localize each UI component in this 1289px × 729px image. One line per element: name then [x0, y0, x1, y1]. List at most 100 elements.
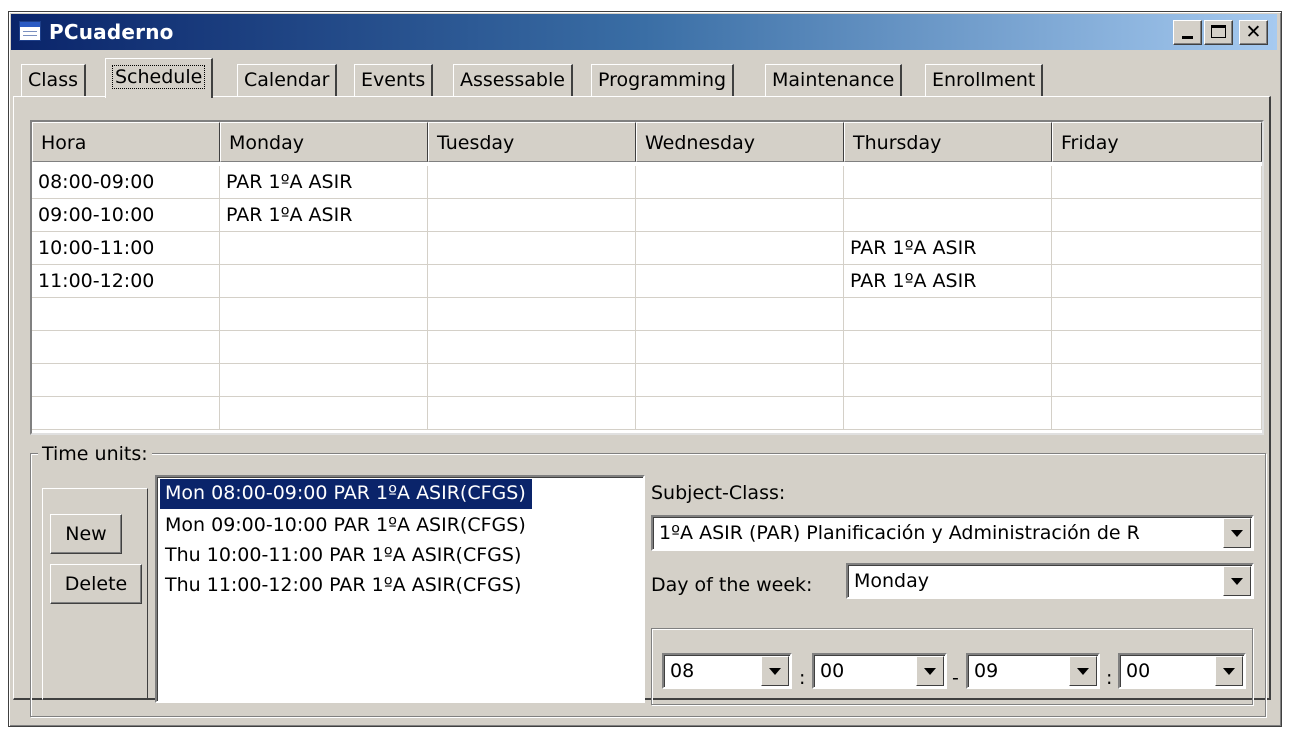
title-bar[interactable]: PCuaderno ✕	[11, 14, 1277, 50]
grid-cell[interactable]	[1052, 397, 1262, 430]
grid-cell[interactable]	[428, 397, 636, 430]
tab-class[interactable]: Class	[21, 64, 86, 96]
grid-cell[interactable]	[428, 364, 636, 397]
grid-cell[interactable]	[1052, 265, 1262, 298]
grid-cell[interactable]	[844, 364, 1052, 397]
grid-cell[interactable]	[220, 265, 428, 298]
tab-events[interactable]: Events	[354, 64, 434, 96]
end-minute-value: 00	[1126, 660, 1151, 682]
tab-label: Events	[361, 69, 426, 91]
grid-cell[interactable]	[1052, 232, 1262, 265]
grid-cell[interactable]	[636, 364, 844, 397]
grid-cell-hour[interactable]: 08:00-09:00	[32, 166, 220, 199]
grid-cell[interactable]	[844, 199, 1052, 232]
day-of-week-value: Monday	[854, 570, 930, 592]
maximize-button[interactable]	[1204, 20, 1233, 45]
grid-cell[interactable]	[428, 199, 636, 232]
start-hour-dropdown-button[interactable]	[761, 656, 789, 686]
grid-cell[interactable]	[1052, 199, 1262, 232]
tab-maintenance[interactable]: Maintenance	[765, 64, 903, 96]
grid-cell[interactable]: PAR 1ºA ASIR	[220, 199, 428, 232]
grid-cell[interactable]	[428, 232, 636, 265]
grid-cell[interactable]: PAR 1ºA ASIR	[844, 265, 1052, 298]
column-header-monday[interactable]: Monday	[220, 122, 428, 162]
grid-cell-hour[interactable]: 10:00-11:00	[32, 232, 220, 265]
minimize-icon	[1182, 36, 1193, 39]
grid-cell[interactable]	[428, 331, 636, 364]
tab-calendar[interactable]: Calendar	[237, 64, 338, 96]
grid-cell[interactable]	[844, 166, 1052, 199]
tab-label: Enrollment	[932, 69, 1036, 91]
list-item[interactable]: Mon 09:00-10:00 PAR 1ºA ASIR(CFGS)	[160, 511, 532, 541]
grid-cell[interactable]	[844, 331, 1052, 364]
start-minute-dropdown-button[interactable]	[916, 656, 944, 686]
delete-button[interactable]: Delete	[50, 564, 142, 604]
subject-class-value: 1ºA ASIR (PAR) Planificación y Administr…	[659, 522, 1140, 544]
grid-cell[interactable]	[1052, 364, 1262, 397]
time-separator-colon: :	[1106, 667, 1113, 689]
grid-cell-hour[interactable]	[32, 331, 220, 364]
grid-cell[interactable]	[220, 232, 428, 265]
tab-enrollment[interactable]: Enrollment	[925, 64, 1044, 96]
column-header-wednesday[interactable]: Wednesday	[636, 122, 844, 162]
grid-cell[interactable]	[428, 298, 636, 331]
minimize-button[interactable]	[1173, 20, 1202, 45]
grid-cell[interactable]	[636, 298, 844, 331]
start-hour-select[interactable]: 08	[662, 653, 792, 689]
day-of-week-select[interactable]: Monday	[846, 563, 1254, 599]
subject-class-dropdown-button[interactable]	[1223, 518, 1251, 548]
maximize-icon	[1211, 25, 1226, 38]
end-hour-select[interactable]: 09	[966, 653, 1100, 689]
column-header-thursday[interactable]: Thursday	[844, 122, 1052, 162]
grid-cell-hour[interactable]	[32, 298, 220, 331]
grid-cell-hour[interactable]	[32, 397, 220, 430]
grid-cell[interactable]	[220, 331, 428, 364]
grid-cell[interactable]	[428, 166, 636, 199]
grid-cell[interactable]	[220, 364, 428, 397]
grid-cell[interactable]	[220, 298, 428, 331]
grid-cell[interactable]	[1052, 331, 1262, 364]
time-units-label: Time units:	[38, 443, 152, 465]
grid-cell[interactable]	[844, 298, 1052, 331]
end-minute-dropdown-button[interactable]	[1215, 656, 1243, 686]
column-header-friday[interactable]: Friday	[1052, 122, 1262, 162]
new-button[interactable]: New	[50, 514, 122, 554]
grid-cell[interactable]	[636, 166, 844, 199]
list-item[interactable]: Mon 08:00-09:00 PAR 1ºA ASIR(CFGS)	[160, 479, 532, 509]
chevron-down-icon	[1223, 668, 1235, 675]
column-header-hora[interactable]: Hora	[32, 122, 220, 162]
grid-cell[interactable]	[844, 397, 1052, 430]
grid-cell[interactable]: PAR 1ºA ASIR	[220, 166, 428, 199]
grid-cell[interactable]	[636, 397, 844, 430]
grid-cell[interactable]: PAR 1ºA ASIR	[844, 232, 1052, 265]
tab-programming[interactable]: Programming	[591, 64, 735, 96]
app-window-icon	[19, 21, 41, 41]
start-hour-value: 08	[670, 660, 695, 682]
grid-cell[interactable]	[636, 199, 844, 232]
grid-cell-hour[interactable]: 09:00-10:00	[32, 199, 220, 232]
grid-cell[interactable]	[636, 331, 844, 364]
list-item[interactable]: Thu 10:00-11:00 PAR 1ºA ASIR(CFGS)	[160, 541, 527, 571]
end-minute-select[interactable]: 00	[1118, 653, 1246, 689]
close-button[interactable]: ✕	[1239, 20, 1268, 45]
day-of-week-dropdown-button[interactable]	[1223, 566, 1251, 596]
list-item[interactable]: Thu 11:00-12:00 PAR 1ºA ASIR(CFGS)	[160, 571, 527, 601]
tab-label: Assessable	[460, 69, 565, 91]
grid-cell[interactable]	[1052, 298, 1262, 331]
schedule-grid[interactable]: Hora Monday Tuesday Wednesday Thursday F…	[30, 120, 1264, 435]
grid-cell[interactable]	[1052, 166, 1262, 199]
grid-cell-hour[interactable]	[32, 364, 220, 397]
grid-cell[interactable]	[428, 265, 636, 298]
tab-schedule[interactable]: Schedule	[105, 58, 214, 98]
grid-cell-hour[interactable]: 11:00-12:00	[32, 265, 220, 298]
subject-class-select[interactable]: 1ºA ASIR (PAR) Planificación y Administr…	[651, 515, 1254, 551]
time-units-list[interactable]: Mon 08:00-09:00 PAR 1ºA ASIR(CFGS) Mon 0…	[155, 475, 645, 703]
column-header-tuesday[interactable]: Tuesday	[428, 122, 636, 162]
end-hour-dropdown-button[interactable]	[1069, 656, 1097, 686]
grid-cell[interactable]	[220, 397, 428, 430]
subject-class-label: Subject-Class:	[651, 482, 786, 504]
grid-cell[interactable]	[636, 265, 844, 298]
grid-cell[interactable]	[636, 232, 844, 265]
start-minute-select[interactable]: 00	[812, 653, 947, 689]
tab-assessable[interactable]: Assessable	[453, 64, 573, 96]
